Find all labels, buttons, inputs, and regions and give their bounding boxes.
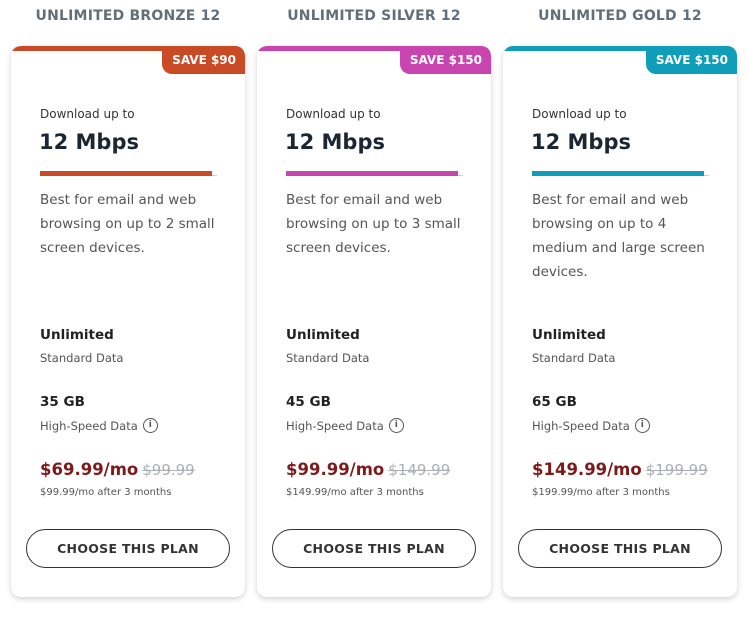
old-price: $99.99	[142, 461, 195, 479]
after-price-note: $99.99/mo after 3 months	[40, 487, 172, 498]
choose-plan-button[interactable]: CHOOSE THIS PLAN	[518, 529, 722, 568]
standard-data-value: Unlimited	[40, 327, 114, 343]
choose-plan-button[interactable]: CHOOSE THIS PLAN	[26, 529, 230, 568]
speed-bar-track	[458, 175, 463, 176]
speed-value: 12 Mbps	[39, 130, 139, 154]
save-badge: SAVE $90	[162, 46, 245, 74]
plan-description: Best for email and web browsing on up to…	[286, 192, 461, 256]
speed-bar-track	[704, 175, 709, 176]
plan-card: SAVE $150 Download up to 12 Mbps Best fo…	[257, 46, 491, 597]
price-row: $69.99/mo $99.99	[40, 460, 195, 479]
plan-description: Best for email and web browsing on up to…	[40, 192, 215, 256]
standard-data-value: Unlimited	[532, 327, 606, 343]
info-circle-icon[interactable]: i	[142, 418, 158, 433]
plan-title: UNLIMITED SILVER 12	[287, 8, 461, 24]
download-label: Download up to	[40, 107, 135, 121]
highspeed-data-label-row: High-Speed Data i	[286, 418, 404, 433]
info-circle-icon[interactable]: i	[388, 418, 404, 433]
highspeed-data-label: High-Speed Data	[532, 418, 630, 433]
plan-title: UNLIMITED BRONZE 12	[35, 8, 221, 24]
old-price: $199.99	[645, 461, 708, 479]
speed-value: 12 Mbps	[285, 130, 385, 154]
choose-plan-button[interactable]: CHOOSE THIS PLAN	[272, 529, 476, 568]
old-price: $149.99	[388, 461, 451, 479]
highspeed-data-value: 45 GB	[286, 394, 331, 410]
standard-data-label: Standard Data	[40, 351, 124, 365]
plan-title: UNLIMITED GOLD 12	[538, 8, 702, 24]
after-price-note: $199.99/mo after 3 months	[532, 487, 670, 498]
plan-description: Best for email and web browsing on up to…	[532, 192, 705, 280]
price-row: $149.99/mo $199.99	[532, 460, 708, 479]
after-price-note: $149.99/mo after 3 months	[286, 487, 424, 498]
highspeed-data-value: 35 GB	[40, 394, 85, 410]
highspeed-data-label-row: High-Speed Data i	[532, 418, 650, 433]
highspeed-data-label: High-Speed Data	[286, 418, 384, 433]
highspeed-data-label: High-Speed Data	[40, 418, 138, 433]
plan-card: SAVE $90 Download up to 12 Mbps Best for…	[11, 46, 245, 597]
info-circle-icon[interactable]: i	[634, 418, 650, 433]
current-price: $69.99/mo	[40, 460, 139, 479]
price-row: $99.99/mo $149.99	[286, 460, 450, 479]
highspeed-data-value: 65 GB	[532, 394, 577, 410]
standard-data-label: Standard Data	[532, 351, 616, 365]
current-price: $99.99/mo	[286, 460, 385, 479]
standard-data-label: Standard Data	[286, 351, 370, 365]
current-price: $149.99/mo	[532, 460, 642, 479]
speed-bar-track	[212, 175, 217, 176]
highspeed-data-label-row: High-Speed Data i	[40, 418, 158, 433]
save-badge: SAVE $150	[645, 46, 737, 74]
plan-card: SAVE $150 Download up to 12 Mbps Best fo…	[503, 46, 737, 597]
speed-bar	[532, 171, 704, 176]
speed-value: 12 Mbps	[531, 130, 631, 154]
speed-bar	[286, 171, 458, 176]
download-label: Download up to	[532, 107, 627, 121]
speed-bar	[40, 171, 212, 176]
standard-data-value: Unlimited	[286, 327, 360, 343]
save-badge: SAVE $150	[399, 46, 491, 74]
download-label: Download up to	[286, 107, 381, 121]
